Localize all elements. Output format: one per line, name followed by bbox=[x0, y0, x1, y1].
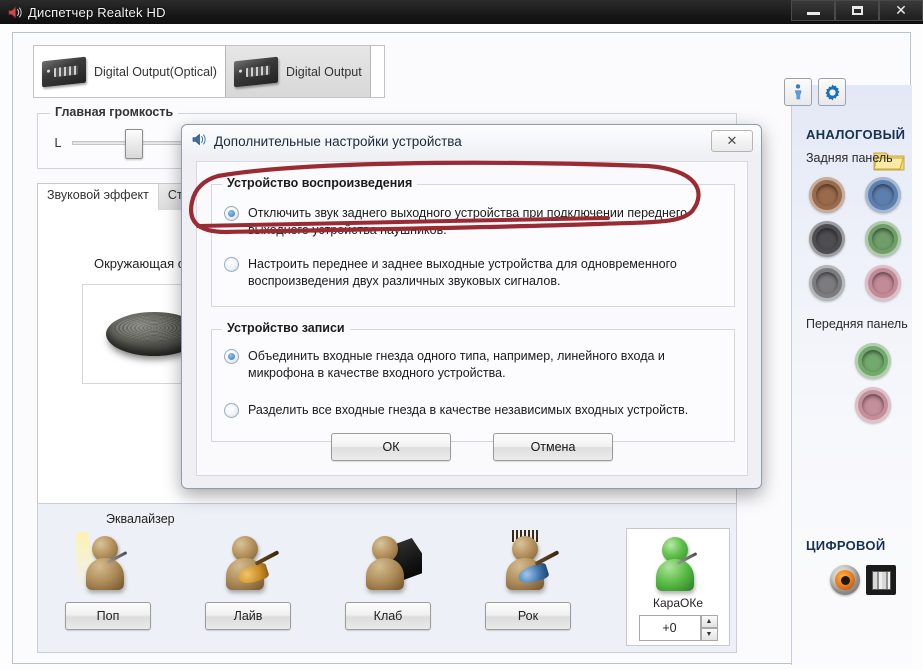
dialog-body: Устройство воспроизведения Отключить зву… bbox=[196, 161, 748, 476]
equalizer-label: Эквалайзер bbox=[106, 512, 175, 526]
digital-device-icon bbox=[42, 56, 86, 87]
balance-left-label: L bbox=[54, 136, 62, 150]
karaoke-down-button[interactable]: ▼ bbox=[700, 628, 718, 641]
realtek-speaker-icon bbox=[4, 1, 26, 23]
close-icon: ✕ bbox=[726, 133, 738, 149]
analog-section-title: АНАЛОГОВЫЙ bbox=[806, 127, 906, 142]
equalizer-panel: Эквалайзер Поп Лайв Клаб Рок КараОКе +0 … bbox=[37, 503, 737, 653]
rca-coaxial-jack[interactable] bbox=[830, 565, 860, 595]
digital-jacks bbox=[830, 565, 896, 595]
minimize-button[interactable] bbox=[791, 0, 835, 21]
recording-option-1[interactable]: Объединить входные гнезда одного типа, н… bbox=[224, 348, 724, 382]
device-tab-strip: Digital Output(Optical) Digital Output bbox=[33, 45, 385, 98]
settings-button[interactable] bbox=[818, 78, 846, 106]
karaoke-panel: КараОКе +0 ▲ ▼ bbox=[626, 528, 730, 646]
device-tab-label: Digital Output bbox=[285, 64, 362, 79]
jack-front-green[interactable] bbox=[855, 343, 891, 379]
playback-option-1[interactable]: Отключить звук заднего выходного устройс… bbox=[224, 205, 724, 239]
optical-spdif-jack[interactable] bbox=[866, 565, 896, 595]
preset-label: Лайв bbox=[233, 609, 263, 623]
karaoke-spin-buttons[interactable]: ▲ ▼ bbox=[700, 615, 718, 641]
digital-section-title: ЦИФРОВОЙ bbox=[806, 538, 886, 553]
preset-button-pop[interactable]: Поп bbox=[65, 602, 151, 630]
guitarist-icon bbox=[220, 528, 280, 594]
app-root: Диспетчер Realtek HD ✕ Digital Output(Op… bbox=[0, 0, 923, 670]
rear-panel-label: Задняя панель bbox=[806, 151, 893, 165]
radio-button[interactable] bbox=[224, 206, 239, 221]
recording-group-title: Устройство записи bbox=[222, 321, 350, 335]
ok-button[interactable]: ОК bbox=[331, 433, 451, 461]
cancel-button[interactable]: Отмена bbox=[493, 433, 613, 461]
equalizer-preset-club[interactable]: Клаб bbox=[318, 528, 458, 630]
pianist-icon bbox=[360, 528, 422, 594]
front-panel-jacks bbox=[855, 343, 901, 423]
gear-icon bbox=[824, 83, 840, 101]
recording-option-2[interactable]: Разделить все входные гнезда в качестве … bbox=[224, 402, 724, 419]
rear-panel-jacks bbox=[809, 177, 911, 301]
sidebar-icon-buttons bbox=[784, 78, 846, 106]
content-tab-strip: Звуковой эффект Ста bbox=[38, 184, 200, 210]
dialog-close-button[interactable]: ✕ bbox=[711, 130, 753, 152]
recording-device-group: Устройство записи Объединить входные гне… bbox=[211, 321, 735, 442]
window-titlebar: Диспетчер Realtek HD ✕ bbox=[0, 0, 923, 24]
recording-option-1-label: Объединить входные гнезда одного типа, н… bbox=[248, 349, 665, 380]
radio-button[interactable] bbox=[224, 257, 239, 272]
preset-button-club[interactable]: Клаб bbox=[345, 602, 431, 630]
preset-label: Поп bbox=[96, 609, 120, 623]
jack-orange[interactable] bbox=[809, 177, 845, 213]
maximize-button[interactable] bbox=[835, 0, 879, 21]
karaoke-label: КараОКе bbox=[652, 596, 703, 610]
jack-front-pink[interactable] bbox=[855, 387, 891, 423]
digital-device-icon bbox=[233, 56, 278, 87]
equalizer-preset-live[interactable]: Лайв bbox=[178, 528, 318, 630]
preset-label: Клаб bbox=[373, 609, 403, 623]
karaoke-singer-icon bbox=[650, 529, 706, 595]
cancel-label: Отмена bbox=[530, 440, 576, 454]
tab-label: Звуковой эффект bbox=[47, 188, 149, 202]
tab-sound-effect[interactable]: Звуковой эффект bbox=[38, 184, 159, 210]
playback-option-2-label: Настроить переднее и заднее выходные уст… bbox=[248, 257, 677, 288]
equalizer-preset-list: Поп Лайв Клаб Рок bbox=[38, 528, 598, 630]
jack-pink[interactable] bbox=[865, 265, 901, 301]
dialog-button-row: ОК Отмена bbox=[197, 433, 747, 461]
connector-sidebar: АНАЛОГОВЫЙ Задняя панель Передняя панель… bbox=[791, 85, 912, 665]
jack-black[interactable] bbox=[809, 221, 845, 257]
karaoke-value[interactable]: +0 bbox=[638, 615, 701, 641]
equalizer-preset-rock[interactable]: Рок bbox=[458, 528, 598, 630]
rock-guitarist-icon bbox=[500, 528, 560, 594]
preset-label: Рок bbox=[517, 609, 539, 623]
equalizer-preset-pop[interactable]: Поп bbox=[38, 528, 178, 630]
recording-option-2-label: Разделить все входные гнезда в качестве … bbox=[248, 403, 689, 417]
jack-blue[interactable] bbox=[865, 177, 901, 213]
jack-grey[interactable] bbox=[809, 265, 845, 301]
window-controls: ✕ bbox=[791, 0, 923, 24]
advanced-device-settings-dialog: Дополнительные настройки устройства ✕ Ус… bbox=[181, 124, 762, 489]
playback-option-2[interactable]: Настроить переднее и заднее выходные уст… bbox=[224, 256, 724, 290]
dialog-titlebar: Дополнительные настройки устройства ✕ bbox=[182, 125, 761, 157]
info-button[interactable] bbox=[784, 78, 812, 106]
info-icon bbox=[794, 84, 802, 100]
device-tab-digital-output[interactable]: Digital Output bbox=[224, 46, 371, 97]
close-button[interactable]: ✕ bbox=[879, 0, 923, 21]
dialog-speaker-icon bbox=[192, 133, 207, 149]
dialog-title: Дополнительные настройки устройства bbox=[214, 133, 462, 149]
singer-microphone-icon bbox=[76, 528, 136, 594]
playback-group-title: Устройство воспроизведения bbox=[222, 176, 418, 190]
window-title: Диспетчер Realtek HD bbox=[28, 4, 166, 20]
jack-green[interactable] bbox=[865, 221, 901, 257]
radio-button[interactable] bbox=[224, 403, 239, 418]
device-tab-digital-output-optical[interactable]: Digital Output(Optical) bbox=[34, 46, 225, 97]
preset-button-rock[interactable]: Рок bbox=[485, 602, 571, 630]
front-panel-label: Передняя панель bbox=[806, 317, 908, 331]
ok-label: ОК bbox=[382, 440, 400, 454]
radio-button[interactable] bbox=[224, 349, 239, 364]
playback-option-1-label: Отключить звук заднего выходного устройс… bbox=[248, 206, 688, 237]
preset-button-live[interactable]: Лайв bbox=[205, 602, 291, 630]
device-tab-label: Digital Output(Optical) bbox=[94, 64, 217, 79]
playback-device-group: Устройство воспроизведения Отключить зву… bbox=[211, 176, 735, 307]
balance-slider-thumb[interactable] bbox=[125, 129, 143, 159]
karaoke-stepper[interactable]: +0 ▲ ▼ bbox=[638, 615, 718, 641]
karaoke-up-button[interactable]: ▲ bbox=[700, 615, 718, 628]
master-volume-legend: Главная громкость bbox=[50, 105, 179, 119]
